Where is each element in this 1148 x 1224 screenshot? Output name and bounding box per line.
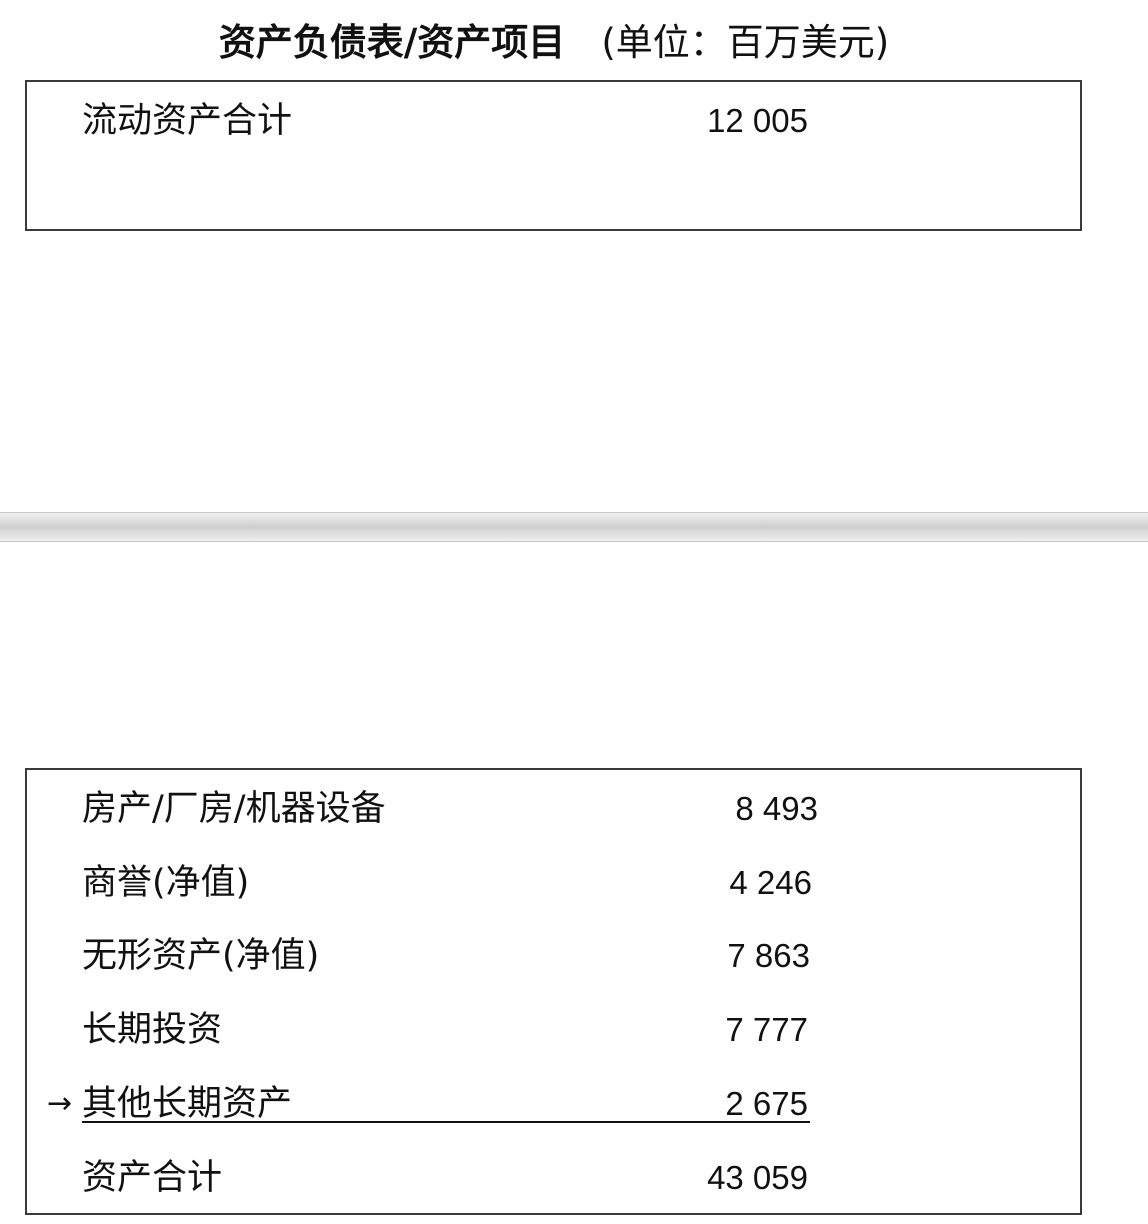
row-label: 房产/厂房/机器设备 xyxy=(82,789,386,829)
row-value: 12 005 xyxy=(707,102,808,139)
row-label: 商誉(净值) xyxy=(82,863,250,903)
page-title: 资产负债表/资产项目 xyxy=(218,21,566,64)
table-row: 长期投资 7 777 xyxy=(27,1005,1080,1055)
subtotal-underline xyxy=(82,1121,810,1123)
long-term-assets-table: 房产/厂房/机器设备 8 493 商誉(净值) 4 246 无形资产(净值) 7… xyxy=(25,768,1082,1215)
table-row: 商誉(净值) 4 246 xyxy=(27,858,1080,908)
page-separator xyxy=(0,512,1148,542)
row-value: 8 493 xyxy=(735,790,818,827)
row-label: 流动资产合计 xyxy=(82,101,293,141)
arrow-right-icon: → xyxy=(47,1086,73,1121)
row-value: 4 246 xyxy=(729,864,812,901)
row-label: 无形资产(净值) xyxy=(82,936,320,976)
unit-label: (单位：百万美元) xyxy=(601,21,890,64)
row-label: 长期投资 xyxy=(82,1010,223,1050)
row-label: 资产合计 xyxy=(82,1158,223,1198)
row-value: 43 059 xyxy=(707,1159,808,1196)
page-title-row: 资产负债表/资产项目 (单位：百万美元) xyxy=(0,18,1108,68)
current-assets-table: 流动资产合计 12 005 xyxy=(25,80,1082,231)
table-row: 资产合计 43 059 xyxy=(27,1153,1080,1203)
table-row: 房产/厂房/机器设备 8 493 xyxy=(27,784,1080,834)
row-value: 7 863 xyxy=(727,937,810,974)
table-row: 无形资产(净值) 7 863 xyxy=(27,931,1080,981)
row-value: 7 777 xyxy=(725,1011,808,1048)
table-row: 流动资产合计 12 005 xyxy=(27,96,1080,146)
